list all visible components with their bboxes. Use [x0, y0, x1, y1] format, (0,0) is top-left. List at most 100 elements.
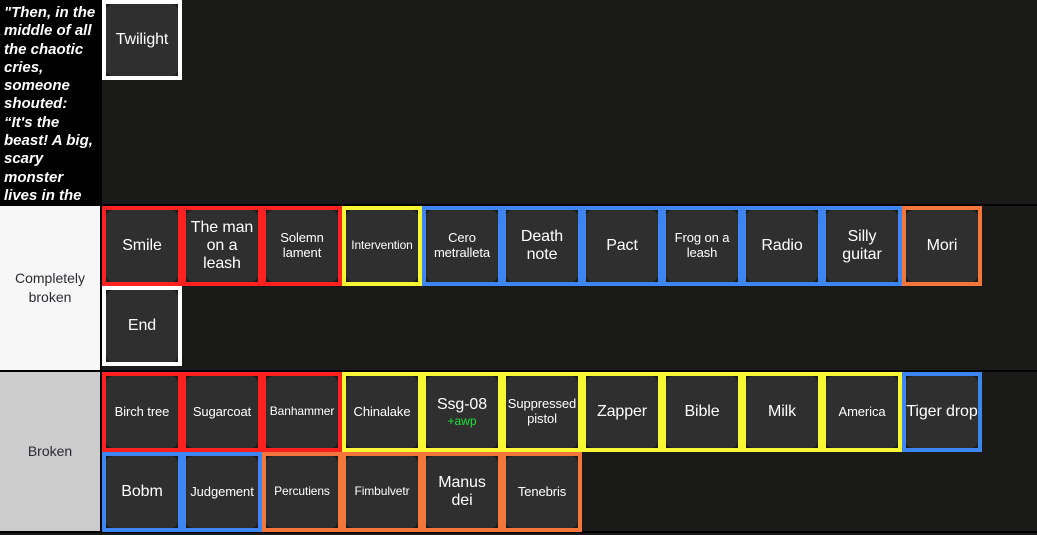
tier-card[interactable]: Zapper [582, 372, 662, 452]
card-line: Twilight [102, 0, 1037, 80]
tier-card-label: Intervention [351, 238, 413, 253]
tier-card-label: Tiger drop [906, 403, 978, 421]
tier-card[interactable]: Tenebris [502, 452, 582, 532]
tier-card-label: Mori [926, 237, 958, 255]
tier-card-label: Solemn lament [280, 230, 324, 260]
tier-cards-broken: Birch tree Sugarcoat Banhammer Chinalake Ssg… [102, 372, 1037, 532]
tier-card-face: The man on a leash [186, 210, 258, 282]
tier-card[interactable]: Frog on a leash [662, 206, 742, 286]
tier-card-label: Cero metralleta [433, 230, 491, 260]
tier-card-face: Tiger drop [906, 376, 978, 448]
tier-card-label: Twilight [115, 31, 169, 49]
tier-card-face: Tenebris [506, 456, 578, 528]
tier-card-sublabel: +awp [447, 413, 477, 428]
tier-card-label: Judgement [190, 483, 254, 499]
tier-card[interactable]: The man on a leash [182, 206, 262, 286]
tier-label-completely-broken[interactable]: Completely broken [0, 206, 102, 370]
tier-card[interactable]: Birch tree [102, 372, 182, 452]
tier-card[interactable]: Chinalake [342, 372, 422, 452]
tier-card[interactable]: Suppressed pistol [502, 372, 582, 452]
tier-row-broken: Broken Birch tree Sugarcoat Banhammer Chinal… [0, 372, 1037, 533]
tier-row-completely-broken: Completely broken Smile The man on a leash… [0, 206, 1037, 372]
tier-card-label: Chinalake [353, 403, 411, 419]
tier-card-face: America [826, 376, 898, 448]
tier-label-quote[interactable]: "Then, in the middle of all the chaotic … [0, 0, 102, 241]
tier-card[interactable]: Manus dei [422, 452, 502, 532]
tier-card-label: Fimbulvetr [354, 484, 410, 499]
tier-card-face: Radio [746, 210, 818, 282]
tier-card-face: Zapper [586, 376, 658, 448]
tier-card-label: Ssg-08 [436, 395, 488, 413]
tier-card-face: Manus dei [426, 456, 498, 528]
tier-card[interactable]: Radio [742, 206, 822, 286]
card-line: End [102, 286, 1037, 366]
tier-card[interactable]: Solemn lament [262, 206, 342, 286]
tier-card-label: Pact [606, 237, 638, 255]
tier-card-face: Smile [106, 210, 178, 282]
tier-card[interactable]: Sugarcoat [182, 372, 262, 452]
tier-card-label: Smile [122, 237, 162, 255]
tier-card[interactable]: Cero metralleta [422, 206, 502, 286]
tier-card[interactable]: Percutiens [262, 452, 342, 532]
tier-row-quote: "Then, in the middle of all the chaotic … [0, 0, 1037, 241]
tier-label-broken[interactable]: Broken [0, 372, 102, 531]
tier-card-label: Sugarcoat [192, 403, 252, 419]
tier-card-face: Silly guitar [826, 210, 898, 282]
tier-card[interactable]: Twilight [102, 0, 182, 80]
tier-card-face: Percutiens [266, 456, 338, 528]
tier-card[interactable]: Smile [102, 206, 182, 286]
tier-card-face: Intervention [346, 210, 418, 282]
tier-card-face: Cero metralleta [426, 210, 498, 282]
tier-card-face: Pact [586, 210, 658, 282]
tier-card-label: Tenebris [517, 483, 567, 499]
tier-card-label: Death note [520, 228, 564, 263]
tier-card-face: Suppressed pistol [506, 376, 578, 448]
tier-card-face: Mori [906, 210, 978, 282]
tier-card[interactable]: Fimbulvetr [342, 452, 422, 532]
tier-card-face: Judgement [186, 456, 258, 528]
tier-card-label: America [838, 403, 886, 419]
tier-card[interactable]: Ssg-08 +awp [422, 372, 502, 452]
tier-card-face: Ssg-08 +awp [426, 376, 498, 448]
tier-card-label: The man on a leash [190, 219, 254, 272]
tier-card[interactable]: Milk [742, 372, 822, 452]
tier-card-label: Bible [684, 403, 720, 421]
tier-card-label: Manus dei [438, 474, 486, 509]
tier-card[interactable]: Pact [582, 206, 662, 286]
tier-card-face: End [106, 290, 178, 362]
tier-card[interactable]: America [822, 372, 902, 452]
card-line: Birch tree Sugarcoat Banhammer Chinalake Ssg… [102, 372, 1037, 452]
tier-card-face: Twilight [106, 4, 178, 76]
tier-card-face: Fimbulvetr [346, 456, 418, 528]
tier-card[interactable]: Death note [502, 206, 582, 286]
tier-cards-completely-broken: Smile The man on a leash Solemn lament Inte… [102, 206, 1037, 370]
tier-card-face: Death note [506, 210, 578, 282]
tier-card-face: Chinalake [346, 376, 418, 448]
tier-card[interactable]: Mori [902, 206, 982, 286]
tier-card[interactable]: Bible [662, 372, 742, 452]
tier-card-label: End [127, 317, 157, 335]
tier-card-label: Birch tree [114, 403, 170, 419]
tier-card-label: Percutiens [274, 484, 330, 499]
tier-card-face: Banhammer [266, 376, 338, 448]
tier-card[interactable]: Judgement [182, 452, 262, 532]
tier-card-face: Bible [666, 376, 738, 448]
tier-cards-quote: Twilight [102, 0, 1037, 204]
tier-card-label: Radio [761, 237, 803, 255]
tier-card-label: Silly guitar [842, 228, 882, 263]
tier-card-label: Bobm [121, 483, 163, 501]
tier-card-face: Milk [746, 376, 818, 448]
tier-card-label: Zapper [596, 403, 648, 421]
tier-list: "Then, in the middle of all the chaotic … [0, 0, 1037, 535]
tier-card[interactable]: Tiger drop [902, 372, 982, 452]
tier-card[interactable]: Banhammer [262, 372, 342, 452]
tier-card[interactable]: Intervention [342, 206, 422, 286]
tier-card[interactable]: Silly guitar [822, 206, 902, 286]
tier-card-face: Bobm [106, 456, 178, 528]
card-line: Bobm Judgement Percutiens Fimbulvetr Manus d… [102, 452, 1037, 532]
tier-card-face: Sugarcoat [186, 376, 258, 448]
tier-card-label: Milk [767, 403, 797, 421]
tier-card[interactable]: Bobm [102, 452, 182, 532]
tier-card[interactable]: End [102, 286, 182, 366]
tier-card-label: Suppressed pistol [507, 396, 577, 426]
